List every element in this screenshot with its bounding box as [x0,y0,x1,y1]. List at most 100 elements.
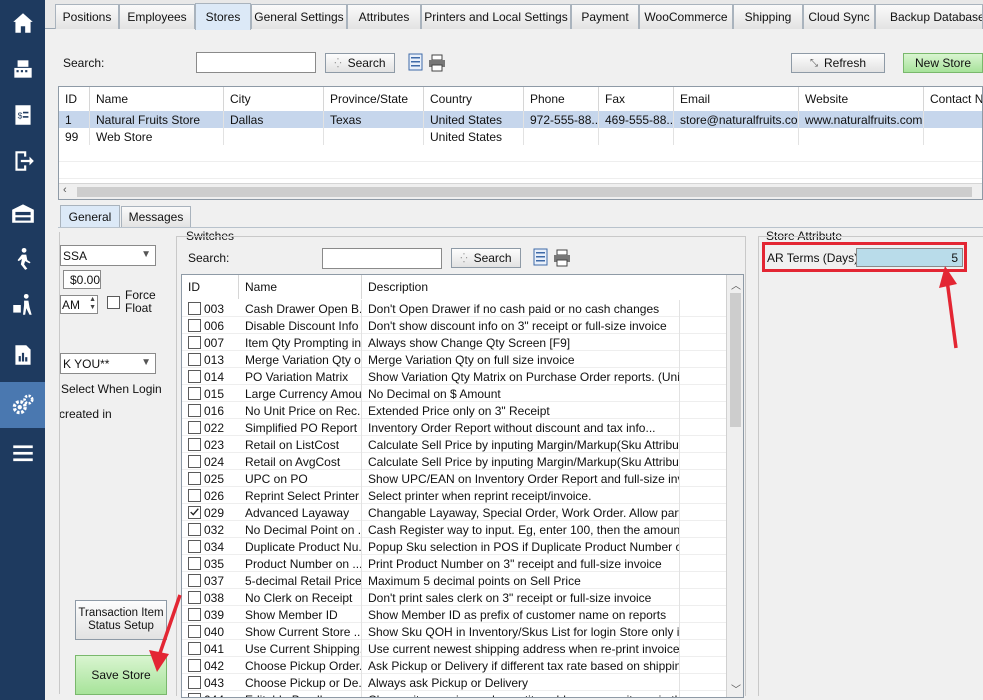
switch-id: 003 [204,302,225,316]
tab-stores[interactable]: Stores [195,3,251,30]
delivery-person-icon[interactable] [0,282,45,328]
switch-row[interactable]: 042 Choose Pickup Order... Ask Pickup or D… [182,657,726,674]
grid-view-icon[interactable] [532,248,550,266]
switch-description: Change items price and quantity, add or … [362,691,680,697]
switch-description: Don't print sales clerk on 3" receipt or… [362,589,680,606]
sign-out-icon[interactable] [0,138,45,184]
column-header-name[interactable]: Name [90,87,224,111]
column-header-contact[interactable]: Contact Na [924,87,982,111]
switch-row[interactable]: 037 5-decimal Retail Price Maximum 5 decim… [182,572,726,589]
switch-row[interactable]: 035 Product Number on ... Print Product Nu… [182,555,726,572]
tab-positions[interactable]: Positions [55,4,119,29]
switch-row[interactable]: 040 Show Current Store ... Show Sku QOH in… [182,623,726,640]
switch-description: Calculate Sell Price by inputing Margin/… [362,436,680,453]
column-header-name[interactable]: Name [239,275,362,299]
column-header-city[interactable]: City [224,87,324,111]
scrollbar-thumb[interactable] [77,187,972,197]
time-input[interactable]: AM ▲ ▼ [60,295,98,314]
column-header-email[interactable]: Email [674,87,799,111]
tab-shipping[interactable]: Shipping [733,4,803,29]
switches-vertical-scrollbar[interactable]: ︿ ﹀ [726,275,743,697]
switch-row[interactable]: 006 Disable Discount Info Don't show disco… [182,317,726,334]
switches-search-input[interactable] [322,248,442,269]
scroll-down-icon[interactable]: ﹀ [731,681,741,696]
cell-name: Natural Fruits Store [90,111,224,128]
column-header-fax[interactable]: Fax [599,87,674,111]
tab-woocommerce[interactable]: WooCommerce [639,4,733,29]
stores-search-button[interactable]: ⁛ Search [325,53,395,73]
column-header-province[interactable]: Province/State [324,87,424,111]
switch-name: Show Current Store ... [239,623,362,640]
switch-id: 043 [204,676,225,690]
printer-icon[interactable] [428,54,446,72]
force-float-checkbox[interactable] [107,296,120,309]
receipt-message-dropdown[interactable]: K YOU** ▼ [60,353,156,374]
store-type-dropdown[interactable]: SSA ▼ [60,245,156,266]
switch-description: Show UPC/EAN on Inventory Order Report a… [362,470,680,487]
tab-general-settings[interactable]: General Settings [251,4,347,29]
cash-register-icon[interactable] [0,46,45,92]
switch-id: 007 [204,336,225,350]
column-header-description[interactable]: Description [362,275,680,299]
scroll-up-icon[interactable]: ︿ [731,277,741,292]
home-icon[interactable] [0,0,45,46]
switch-row[interactable]: 032 No Decimal Point on ... Cash Register … [182,521,726,538]
walking-person-icon[interactable] [0,236,45,282]
report-icon[interactable] [0,332,45,378]
switches-search-button[interactable]: ⁛ Search [451,248,521,268]
scrollbar-thumb[interactable] [730,293,741,427]
switch-row[interactable]: 038 No Clerk on Receipt Don't print sales … [182,589,726,606]
column-header-country[interactable]: Country [424,87,524,111]
switch-row[interactable]: 016 No Unit Price on Rec... Extended Price… [182,402,726,419]
switch-row[interactable]: 044Editable BundleChange items price and… [182,691,726,697]
switch-row[interactable]: 029 Advanced Layaway Changable Layaway, Sp… [182,504,726,521]
switch-row[interactable]: 039 Show Member ID Show Member ID as prefi… [182,606,726,623]
switch-row[interactable]: 024 Retail on AvgCost Calculate Sell Price… [182,453,726,470]
switch-row[interactable]: 025 UPC on PO Show UPC/EAN on Inventory Or… [182,470,726,487]
column-header-id[interactable]: ID [182,275,239,299]
switch-id: 026 [204,489,225,503]
tab-employees[interactable]: Employees [119,4,195,29]
switch-description: Changable Layaway, Special Order, Work O… [362,504,680,521]
tab-payment[interactable]: Payment [571,4,639,29]
switch-row[interactable]: 014 PO Variation Matrix Show Variation Qty… [182,368,726,385]
annotation-arrow-icon [149,594,182,672]
grid-view-icon[interactable] [407,53,425,71]
switch-row[interactable]: 043 Choose Pickup or De... Always ask Pick… [182,674,726,691]
switch-row[interactable]: 015 Large Currency Amount No Decimal on $ … [182,385,726,402]
printer-icon[interactable] [553,249,571,267]
switch-description: Print Product Number on 3" receipt and f… [362,555,680,572]
switch-row[interactable]: 007 Item Qty Prompting in... Always show C… [182,334,726,351]
switch-row[interactable]: 023 Retail on ListCost Calculate Sell Pric… [182,436,726,453]
switch-row[interactable]: 003 Cash Drawer Open B... Don't Open Drawe… [182,300,726,317]
scroll-left-icon[interactable]: ‹ [63,184,67,196]
switch-id: 042 [204,659,225,673]
switch-id: 014 [204,370,225,384]
float-amount-input[interactable]: $0.00 [63,270,101,289]
switch-row[interactable]: 026 Reprint Select Printer Select printer … [182,487,726,504]
tab-cloud-sync[interactable]: Cloud Sync [803,4,875,29]
switch-id: 034 [204,540,225,554]
warehouse-icon[interactable] [0,190,45,236]
stores-horizontal-scrollbar[interactable]: ‹ [59,183,982,199]
tab-printers-local-settings[interactable]: Printers and Local Settings [421,4,571,29]
menu-icon[interactable] [0,430,45,476]
switch-row[interactable]: 034 Duplicate Product Nu... Popup Sku sele… [182,538,726,555]
tab-backup-database[interactable]: Backup Database [875,4,983,29]
tab-general[interactable]: General [60,205,120,227]
settings-gears-icon[interactable] [0,382,45,428]
invoice-icon[interactable]: $ [0,92,45,138]
column-header-website[interactable]: Website [799,87,924,111]
created-in-label: created in [59,407,112,421]
tab-attributes[interactable]: Attributes [347,4,421,29]
switch-row[interactable]: 013 Merge Variation Qty o... Merge Variati… [182,351,726,368]
spinner-icon[interactable]: ▲ ▼ [89,296,96,312]
column-header-phone[interactable]: Phone [524,87,599,111]
refresh-button[interactable]: ⤡ Refresh [791,53,885,73]
stores-search-input[interactable] [196,52,316,73]
column-header-id[interactable]: ID [59,87,90,111]
switch-row[interactable]: 022 Simplified PO Report Inventory Order R… [182,419,726,436]
new-store-button[interactable]: New Store [903,53,983,73]
tab-messages[interactable]: Messages [121,206,191,227]
switch-row[interactable]: 041 Use Current Shipping... Use current ne… [182,640,726,657]
